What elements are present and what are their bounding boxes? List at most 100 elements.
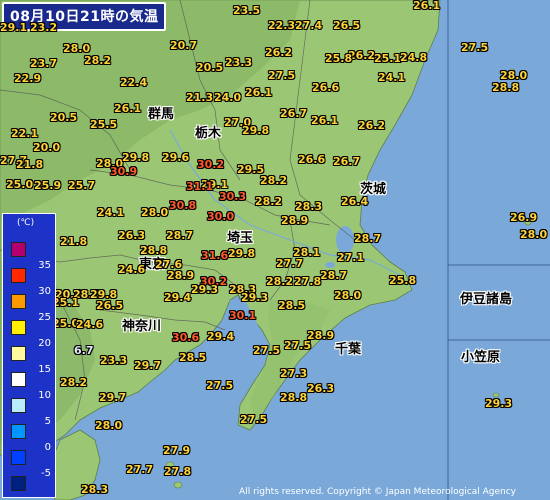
- pref-label-gunma: 群馬: [148, 107, 175, 122]
- temperature-reading: 28.3: [295, 200, 323, 213]
- legend-swatch: [11, 268, 26, 283]
- temperature-reading: 28.2: [60, 376, 88, 389]
- temperature-reading: 28.8: [140, 244, 168, 257]
- legend-swatch: [11, 242, 26, 257]
- temperature-reading: 28.9: [167, 269, 195, 282]
- temperature-reading: 29.6: [162, 151, 190, 164]
- legend-swatch: [11, 320, 26, 335]
- temperature-reading: 30.2: [197, 158, 225, 171]
- temperature-reading: 28.2: [255, 195, 283, 208]
- temperature-reading: 28.7: [354, 232, 382, 245]
- temperature-reading: 30.0: [207, 210, 235, 223]
- temperature-reading: 28.0: [141, 206, 169, 219]
- temperature-reading: 26.4: [341, 195, 369, 208]
- temperature-reading: 27.5: [268, 69, 296, 82]
- temperature-reading: 20.5: [50, 111, 78, 124]
- copyright-notice: All rights reserved. Copyright © Japan M…: [239, 487, 516, 497]
- temperature-reading: 23.2: [30, 21, 58, 34]
- temperature-reading: 27.5: [253, 344, 281, 357]
- temperature-reading: 26.1: [413, 0, 441, 12]
- temperature-reading: 21.3: [186, 91, 214, 104]
- temperature-reading: 25.1: [52, 296, 80, 309]
- legend-label: -5: [41, 468, 51, 479]
- temperature-reading: 25.7: [68, 179, 96, 192]
- temperature-reading: 26.5: [333, 19, 361, 32]
- temperature-reading: 28.0: [520, 228, 548, 241]
- temperature-reading: 22.1: [11, 127, 39, 140]
- temperature-reading: 29.1: [0, 21, 28, 34]
- temperature-reading: 26.6: [298, 153, 326, 166]
- temperature-legend: (℃) 35 30 25 20 15 10 5 0 -5: [2, 213, 56, 498]
- temperature-reading: 23.7: [30, 57, 58, 70]
- temperature-reading: 29.8: [228, 247, 256, 260]
- temperature-reading: 28.7: [320, 269, 348, 282]
- temperature-reading: 27.3: [280, 367, 308, 380]
- temperature-reading: 28.8: [492, 81, 520, 94]
- temperature-reading: 31.6: [201, 249, 229, 262]
- temperature-reading: 27.4: [295, 19, 323, 32]
- temperature-reading: 28.5: [179, 351, 207, 364]
- temperature-reading: 26.1: [311, 114, 339, 127]
- temperature-reading: 20.5: [196, 61, 224, 74]
- temperature-reading: 25.8: [325, 52, 353, 65]
- temperature-reading: 30.1: [229, 309, 257, 322]
- temperature-reading: 28.3: [81, 483, 109, 496]
- temperature-reading: 28.8: [280, 391, 308, 404]
- temperature-reading: 26.2: [265, 46, 293, 59]
- legend-swatch: [11, 294, 26, 309]
- legend-label: 5: [44, 416, 51, 427]
- temperature-reading: 30.6: [172, 331, 200, 344]
- temperature-reading: 6.7: [74, 344, 94, 357]
- temperature-reading: 24.6: [118, 263, 146, 276]
- temperature-reading: 23.5: [233, 4, 261, 17]
- temperature-reading: 27.1: [337, 251, 365, 264]
- pref-label-izu-islands: 伊豆諸島: [460, 292, 513, 307]
- temperature-reading: 24.1: [378, 71, 406, 84]
- temperature-reading: 26.1: [245, 86, 273, 99]
- temperature-reading: 21.8: [16, 158, 44, 171]
- temperature-reading: 23.3: [100, 354, 128, 367]
- temperature-reading: 22.3: [268, 19, 296, 32]
- temperature-reading: 29.4: [207, 330, 235, 343]
- temperature-reading: 26.9: [510, 211, 538, 224]
- temperature-reading: 28.0: [63, 42, 91, 55]
- temperature-reading: 27.5: [461, 41, 489, 54]
- temperature-reading: 25.1: [374, 52, 402, 65]
- temperature-reading: 27.9: [163, 444, 191, 457]
- temperature-reading: 29.3: [191, 283, 219, 296]
- temperature-reading: 28.0: [334, 289, 362, 302]
- temperature-reading: 25.8: [389, 274, 417, 287]
- temperature-reading: 30.3: [219, 190, 247, 203]
- temperature-reading: 31.1: [186, 180, 214, 193]
- temperature-reading: 27.5: [284, 339, 312, 352]
- temperature-reading: 26.1: [114, 102, 142, 115]
- temperature-reading: 25.9: [34, 179, 62, 192]
- temperature-reading: 27.7: [276, 257, 304, 270]
- temperature-reading: 27.8: [164, 465, 192, 478]
- legend-swatch: [11, 424, 26, 439]
- legend-label: 25: [38, 312, 51, 323]
- temperature-reading: 29.8: [242, 124, 270, 137]
- temperature-reading: 21.8: [60, 235, 88, 248]
- temperature-reading: 26.7: [280, 107, 308, 120]
- pref-label-tochigi: 栃木: [195, 126, 222, 141]
- temperature-reading: 29.3: [485, 397, 513, 410]
- temperature-reading: 28.7: [166, 229, 194, 242]
- temperature-reading: 26.5: [96, 299, 124, 312]
- legend-label: 10: [38, 390, 51, 401]
- temperature-reading: 25.5: [90, 118, 118, 131]
- temperature-reading: 30.8: [169, 199, 197, 212]
- pref-label-ogasawara: 小笠原: [461, 350, 501, 365]
- temperature-reading: 24.8: [400, 51, 428, 64]
- legend-label: 20: [38, 338, 51, 349]
- temperature-reading: 27.7: [126, 463, 154, 476]
- temperature-reading: 28.9: [281, 214, 309, 227]
- temperature-reading: 26.3: [307, 382, 335, 395]
- legend-swatch: [11, 346, 26, 361]
- temperature-reading: 28.2: [84, 54, 112, 67]
- temperature-reading: 25.0: [6, 178, 34, 191]
- temperature-reading: 24.6: [76, 318, 104, 331]
- temperature-reading: 26.7: [333, 155, 361, 168]
- temperature-reading: 24.1: [97, 206, 125, 219]
- temperature-reading: 28.0: [500, 69, 528, 82]
